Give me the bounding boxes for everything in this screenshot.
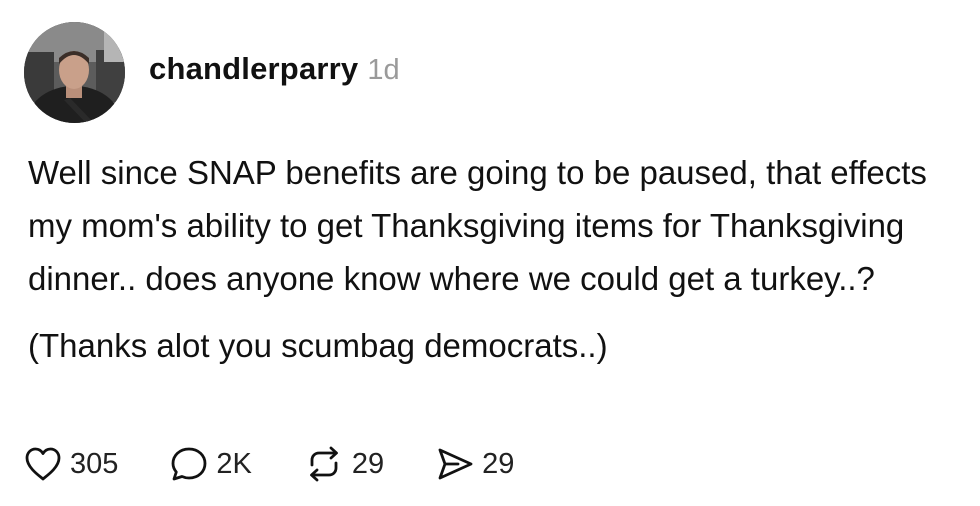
post: chandlerparry 1d Well since SNAP benefit…: [0, 0, 980, 506]
post-header: chandlerparry 1d: [24, 20, 400, 124]
repost-icon: [304, 446, 344, 482]
reply-count: 2K: [216, 447, 252, 480]
repost-button[interactable]: 29: [304, 446, 384, 482]
heart-icon: [24, 446, 62, 482]
avatar[interactable]: [24, 21, 125, 123]
send-icon: [436, 446, 474, 482]
username[interactable]: chandlerparry: [149, 51, 358, 87]
timestamp: 1d: [367, 54, 400, 86]
share-button[interactable]: 29: [436, 446, 514, 482]
repost-count: 29: [351, 447, 385, 480]
action-bar: 305 2K 29 29: [24, 442, 514, 486]
share-count: 29: [482, 447, 515, 480]
like-button[interactable]: 305: [24, 446, 118, 482]
username-row: chandlerparry 1d: [149, 51, 400, 87]
post-paragraph: (Thanks alot you scumbag democrats..): [28, 327, 608, 364]
post-paragraph: Well since SNAP benefits are going to be…: [28, 154, 927, 297]
profile-photo-icon: [24, 21, 125, 123]
reply-button[interactable]: 2K: [170, 446, 252, 482]
like-count: 305: [70, 447, 119, 480]
speech-bubble-icon: [170, 446, 208, 482]
post-body: Well since SNAP benefits are going to be…: [28, 146, 958, 372]
